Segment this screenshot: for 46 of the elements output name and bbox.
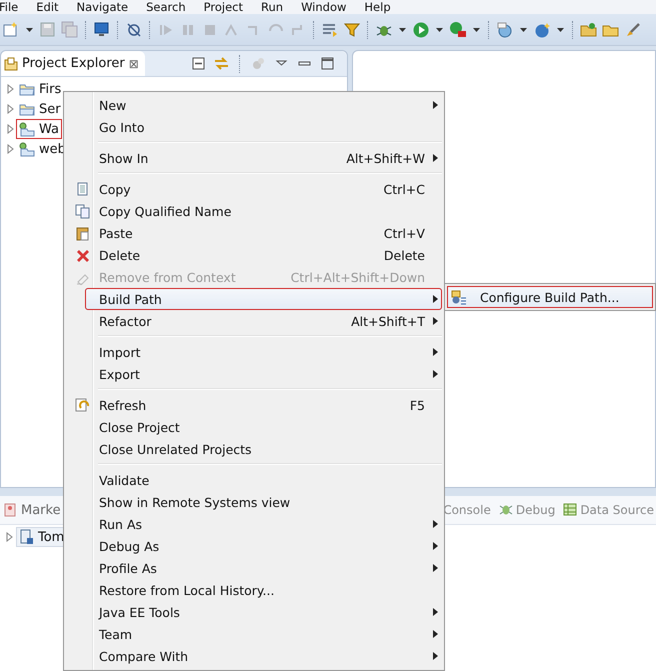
menu-item[interactable]: Close Unrelated Projects	[66, 438, 442, 460]
menu-item[interactable]: Delete Delete	[66, 244, 442, 266]
explorer-tab[interactable]: Project Explorer ⊠	[1, 51, 145, 76]
menu-item[interactable]: Show in Remote Systems view	[66, 491, 442, 513]
menu-item[interactable]: Copy Ctrl+C	[66, 178, 442, 200]
close-icon[interactable]: ⊠	[128, 56, 139, 70]
menu-bar-item[interactable]: Navigate	[76, 0, 128, 14]
menu-item[interactable]: Compare With	[66, 645, 442, 667]
menu-bar-item[interactable]: Help	[364, 0, 391, 14]
menu-bar-item[interactable]: File	[0, 0, 18, 14]
tree-item[interactable]: Wa	[17, 120, 61, 138]
tree-item[interactable]: Firs	[17, 80, 64, 98]
menu-bar-item[interactable]: Run	[261, 0, 284, 14]
menu-item[interactable]: Java EE Tools	[66, 601, 442, 623]
shortcut-text: Alt+Shift+T	[351, 314, 426, 328]
menu-bar-item[interactable]: Project	[204, 0, 243, 14]
menu-item[interactable]: Build Path	[85, 288, 442, 310]
menu-item[interactable]: Go Into	[66, 116, 442, 138]
menu-item[interactable]: Refresh F5	[66, 394, 442, 416]
menu-item[interactable]: Run As	[66, 513, 442, 535]
tab-title[interactable]: Marke	[21, 502, 61, 518]
menu-item[interactable]: Restore from Local History...	[66, 579, 442, 601]
menu-item[interactable]: Paste Ctrl+V	[66, 222, 442, 244]
menu-item[interactable]: Team	[66, 623, 442, 645]
menu-bar-item[interactable]: Edit	[36, 0, 59, 14]
menu-item[interactable]: Show In Alt+Shift+W	[66, 147, 442, 169]
shortcut-text: Ctrl+C	[384, 182, 426, 196]
menu-bar-item[interactable]: Search	[146, 0, 186, 14]
shortcut-text: Ctrl+Alt+Shift+Down	[290, 270, 426, 284]
menu-item[interactable]: Copy Qualified Name	[66, 200, 442, 222]
menu-item[interactable]: Profile As	[66, 557, 442, 579]
tree-item[interactable]: Ser	[17, 100, 63, 118]
menu-item[interactable]: Refactor Alt+Shift+T	[66, 310, 442, 332]
shortcut-text: F5	[410, 398, 426, 412]
menu-item[interactable]: Configure Build Path...	[447, 286, 654, 308]
menu-item[interactable]: Export	[66, 363, 442, 385]
menu-item[interactable]: Import	[66, 341, 442, 363]
shortcut-text: Delete	[384, 248, 426, 262]
menu-item[interactable]: New	[66, 94, 442, 116]
menu-item[interactable]: Close Project	[66, 416, 442, 438]
menu-item[interactable]: Validate	[66, 469, 442, 491]
menu-bar-item[interactable]: Window	[301, 0, 346, 14]
menu-item[interactable]: Debug As	[66, 535, 442, 557]
shortcut-text: Ctrl+V	[384, 226, 426, 240]
tab-title: Project Explorer	[22, 56, 125, 71]
shortcut-text: Alt+Shift+W	[346, 150, 426, 166]
